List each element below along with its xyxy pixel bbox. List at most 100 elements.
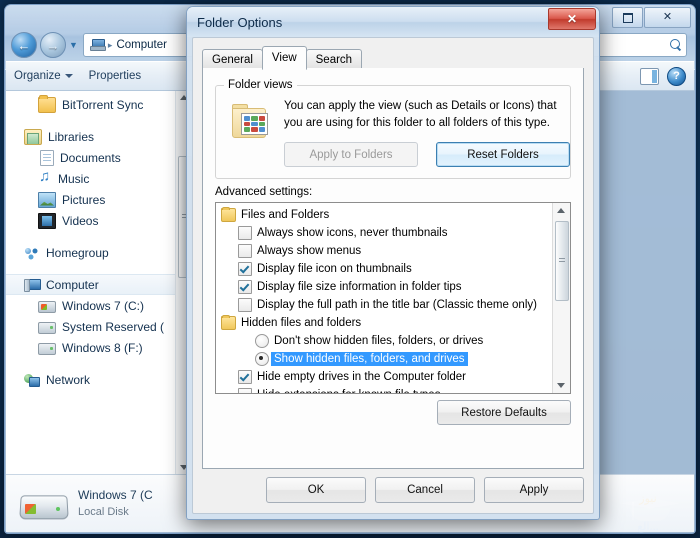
list-item-label: Don't show hidden files, folders, or dri…: [274, 335, 484, 347]
windows-drive-icon: [38, 300, 56, 313]
tab-view[interactable]: View: [261, 46, 307, 70]
tree-item-label: Computer: [46, 277, 99, 292]
folder-views-group: Folder views You can apply the view (suc…: [215, 79, 571, 179]
dialog-close-button[interactable]: ✕: [548, 8, 596, 30]
tree-item-label: Libraries: [48, 129, 95, 144]
organize-button[interactable]: Organize: [14, 70, 73, 82]
list-item-label: Hidden files and folders: [241, 317, 362, 329]
desktop-background: ✕ ← → ▼ ▸ Computer ter: [0, 0, 700, 538]
list-item[interactable]: Always show menus: [216, 242, 553, 260]
advanced-settings-items: Files and Folders Always show icons, nev…: [216, 203, 553, 393]
checkbox-hide-extensions[interactable]: [238, 388, 252, 393]
tree-item-label: Pictures: [62, 192, 106, 207]
breadcrumb-separator: ▸: [107, 39, 113, 50]
folder-tree: BitTorrent Sync Libraries Documents Musi…: [6, 90, 192, 390]
checkbox-hide-empty-drives[interactable]: [238, 370, 252, 384]
scrollbar-thumb[interactable]: [555, 221, 569, 301]
checkbox-display-full-path-in-title-bar[interactable]: [238, 298, 252, 312]
list-item[interactable]: Display file size information in folder …: [216, 278, 553, 296]
tree-item-label: BitTorrent Sync: [62, 97, 144, 112]
properties-button[interactable]: Properties: [89, 70, 141, 82]
tab-label: View: [271, 52, 297, 64]
restore-defaults-button[interactable]: Restore Defaults: [437, 400, 571, 425]
tree-item-documents[interactable]: Documents: [6, 147, 192, 168]
properties-label: Properties: [88, 70, 142, 82]
tree-item-system-reserved[interactable]: System Reserved (: [6, 316, 192, 337]
close-icon: ✕: [662, 11, 673, 23]
recent-locations-icon[interactable]: ▼: [69, 40, 78, 50]
advanced-settings-label: Advanced settings:: [215, 186, 313, 198]
tree-item-libraries[interactable]: Libraries: [6, 126, 192, 147]
breadcrumb-computer[interactable]: Computer: [116, 39, 167, 51]
dialog-titlebar[interactable]: Folder Options ✕: [187, 7, 599, 37]
maximize-icon: [622, 12, 633, 23]
list-item[interactable]: Hide extensions for known file types: [216, 386, 553, 393]
chevron-up-icon: [557, 208, 565, 213]
checkbox-display-file-size-in-folder-tips[interactable]: [238, 280, 252, 294]
tree-item-label: System Reserved (: [62, 319, 165, 334]
tab-general[interactable]: General: [202, 49, 263, 69]
list-item-selected[interactable]: Show hidden files, folders, and drives: [216, 350, 553, 368]
tree-item-network[interactable]: Network: [6, 369, 192, 390]
apply-to-folders-button[interactable]: Apply to Folders: [284, 142, 418, 167]
help-icon[interactable]: ?: [667, 66, 686, 86]
tree-item-homegroup[interactable]: Homegroup: [6, 242, 192, 263]
back-button[interactable]: ←: [11, 32, 37, 58]
folder-icon: [221, 315, 236, 330]
close-icon: ✕: [566, 12, 578, 26]
forward-button[interactable]: →: [40, 32, 66, 58]
tree-item-windows-7-c[interactable]: Windows 7 (C:): [6, 295, 192, 316]
radio-dont-show-hidden-files[interactable]: [255, 334, 269, 348]
folder-icon: [38, 94, 56, 113]
dialog-title: Folder Options: [197, 14, 283, 30]
reset-folders-button[interactable]: Reset Folders: [436, 142, 570, 167]
checkbox-always-show-menus[interactable]: [238, 244, 252, 258]
apply-button[interactable]: Apply: [484, 477, 584, 503]
maximize-button[interactable]: [612, 7, 643, 28]
folder-icon: [221, 207, 236, 222]
checkbox-always-show-icons[interactable]: [238, 226, 252, 240]
details-title: Windows 7 (C: [78, 488, 153, 503]
list-item-label: Always show icons, never thumbnails: [257, 227, 448, 239]
tree-item-label: Network: [46, 372, 91, 387]
list-item[interactable]: Display file icon on thumbnails: [216, 260, 553, 278]
videos-icon: [38, 212, 56, 229]
list-item-label: Always show menus: [257, 245, 362, 257]
tree-item-computer[interactable]: Computer: [6, 274, 192, 295]
tree-item-music[interactable]: Music: [6, 168, 192, 189]
tree-item-windows-8-f[interactable]: Windows 8 (F:): [6, 337, 192, 358]
list-item[interactable]: Don't show hidden files, folders, or dri…: [216, 332, 553, 350]
tab-strip: General View Search: [202, 46, 584, 70]
computer-icon: [89, 39, 106, 51]
local-disk-icon: [19, 487, 69, 521]
checkbox-display-file-icon-on-thumbnails[interactable]: [238, 262, 252, 276]
explorer-close-button[interactable]: ✕: [644, 7, 691, 28]
documents-icon: [40, 149, 54, 166]
ok-button[interactable]: OK: [266, 477, 366, 503]
list-item[interactable]: Display the full path in the title bar (…: [216, 296, 553, 314]
list-item-files-and-folders[interactable]: Files and Folders: [216, 206, 553, 224]
list-item-hidden-files-and-folders[interactable]: Hidden files and folders: [216, 314, 553, 332]
list-item[interactable]: Hide empty drives in the Computer folder: [216, 368, 553, 386]
folder-views-description: You can apply the view (such as Details …: [284, 100, 557, 129]
tree-item-bittorrent-sync[interactable]: BitTorrent Sync: [6, 94, 192, 115]
chevron-down-icon: [557, 383, 565, 388]
scroll-down-button[interactable]: [553, 378, 569, 393]
tree-item-videos[interactable]: Videos: [6, 210, 192, 231]
cancel-button[interactable]: Cancel: [375, 477, 475, 503]
command-bar-right: ?: [640, 66, 686, 86]
advanced-settings-scrollbar[interactable]: [552, 203, 570, 393]
advanced-settings-list[interactable]: Files and Folders Always show icons, nev…: [215, 202, 571, 394]
tree-item-label: Windows 8 (F:): [62, 340, 143, 355]
drive-icon: [38, 321, 56, 334]
view-tab-panel: Folder views You can apply the view (suc…: [202, 68, 584, 469]
list-item[interactable]: Always show icons, never thumbnails: [216, 224, 553, 242]
navigation-pane: BitTorrent Sync Libraries Documents Musi…: [6, 90, 193, 475]
tree-item-pictures[interactable]: Pictures: [6, 189, 192, 210]
radio-show-hidden-files[interactable]: [255, 352, 269, 366]
tab-search[interactable]: Search: [305, 49, 363, 69]
scroll-up-button[interactable]: [553, 203, 569, 218]
preview-pane-icon[interactable]: [640, 67, 659, 85]
